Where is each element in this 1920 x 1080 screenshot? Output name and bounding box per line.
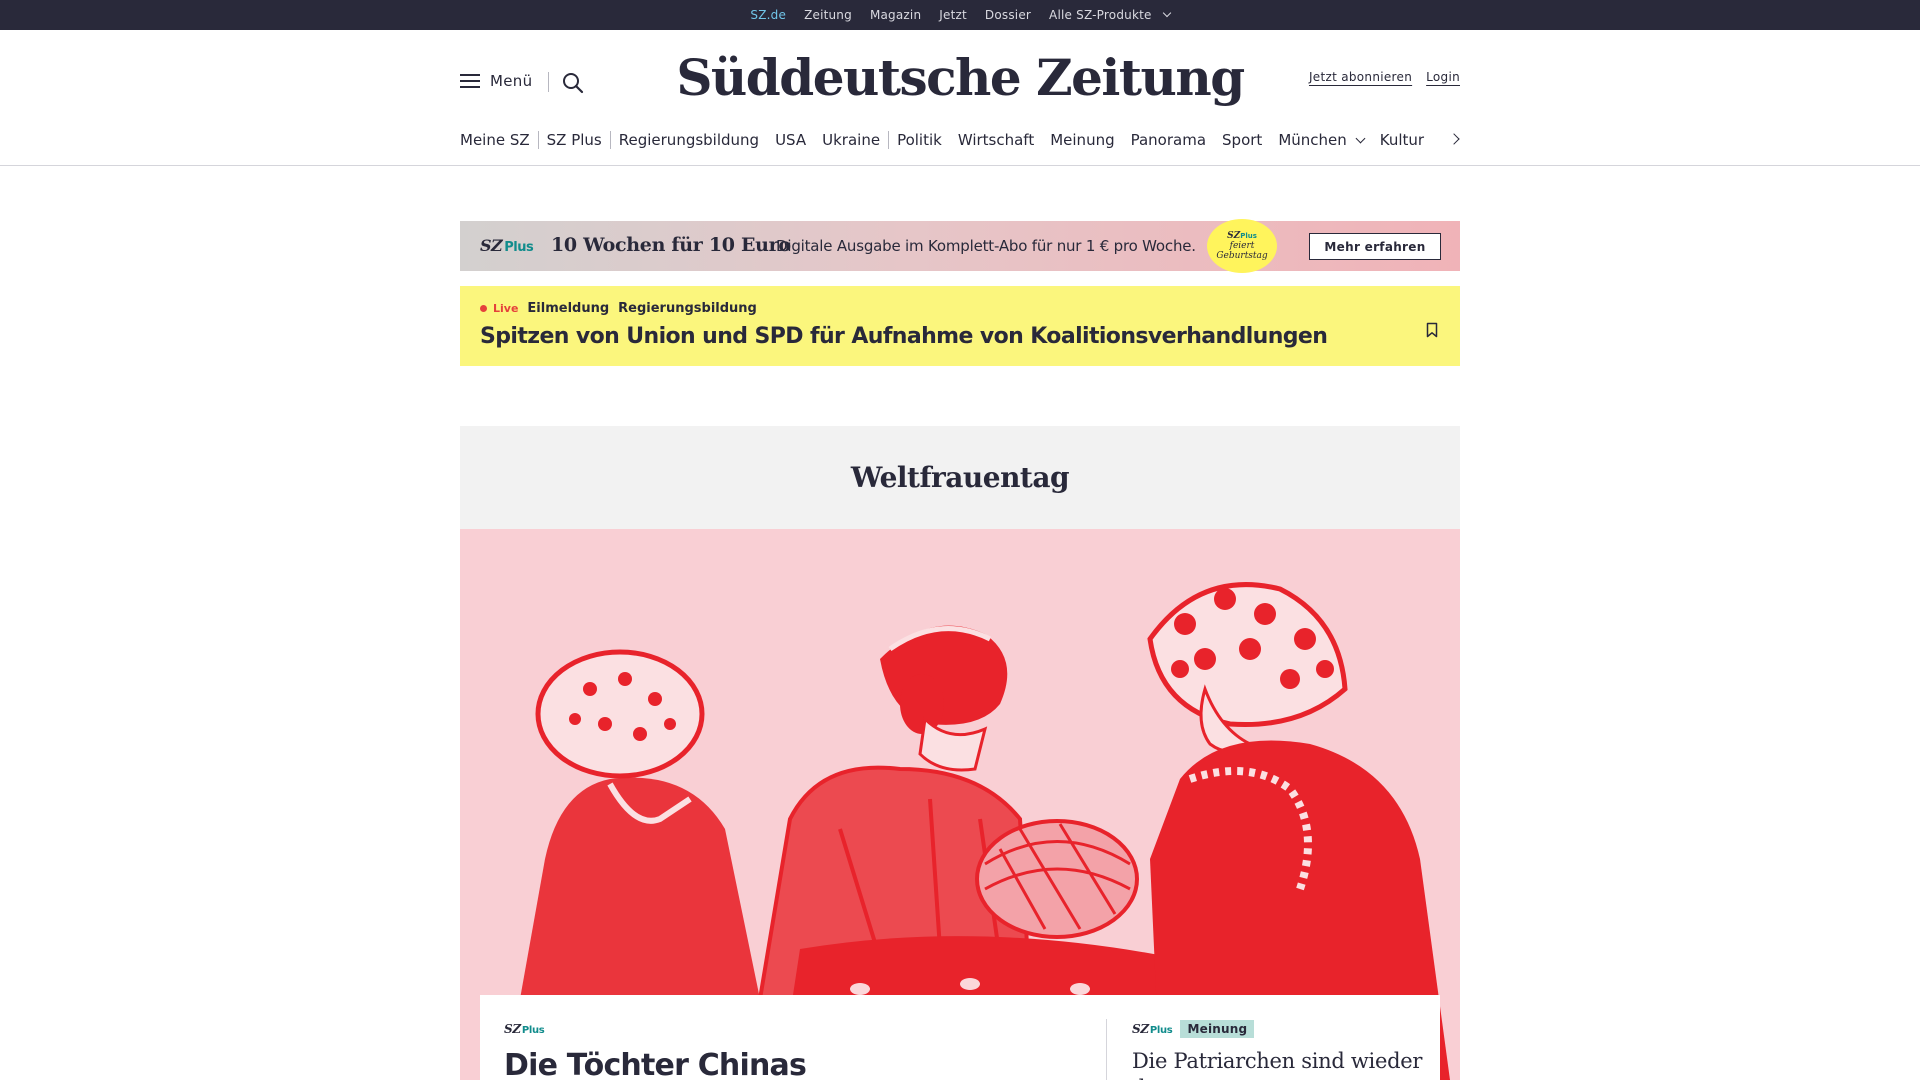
logo-sz: SZ [1132, 1022, 1149, 1036]
birthday-badge: SZPlus feiert Geburtstag [1207, 219, 1277, 273]
breaking-meta: Live Eilmeldung Regierungsbildung [480, 301, 757, 316]
header-actions: Jetzt abonnieren Login [1309, 70, 1460, 84]
breaking-type: Eilmeldung [527, 301, 610, 316]
search-icon[interactable] [562, 72, 584, 94]
sz-plus-logo: SZPlus [504, 1022, 1064, 1036]
ressort-panorama[interactable]: Panorama [1123, 131, 1214, 149]
bookmark-icon[interactable] [1426, 322, 1438, 338]
ressort-label: SZ Plus [546, 131, 602, 149]
badge-logo-sz: SZ [1227, 231, 1241, 241]
logo-plus: Plus [1149, 1025, 1173, 1036]
subscribe-link[interactable]: Jetzt abonnieren [1309, 70, 1412, 84]
product-link-zeitung[interactable]: Zeitung [804, 0, 852, 30]
top-utility-bar: SZ.de Zeitung Magazin Jetzt Dossier Alle… [0, 0, 1920, 30]
hamburger-icon [460, 73, 480, 89]
logo-plus: Plus [504, 240, 534, 255]
menu-label: Menü [490, 72, 533, 90]
ressort-usa[interactable]: USA [767, 131, 814, 149]
header-divider [548, 72, 549, 92]
chevron-down-icon [1355, 133, 1366, 143]
main-teaser[interactable]: SZPlus Die Töchter Chinas [504, 1022, 1064, 1080]
site-logo[interactable]: Süddeutsche Zeitung [676, 42, 1245, 112]
logo-sz: SZ [504, 1022, 521, 1036]
ressort-regierungsbildung[interactable]: Regierungsbildung [609, 131, 767, 149]
ressort-sport[interactable]: Sport [1214, 131, 1270, 149]
ressort-label: Sport [1222, 131, 1263, 149]
product-link-jetzt[interactable]: Jetzt [939, 0, 967, 30]
breaking-news-teaser[interactable]: Live Eilmeldung Regierungsbildung Spitze… [460, 286, 1460, 366]
side-teaser-title[interactable]: Die Patriarchen sind wieder d [1132, 1048, 1432, 1080]
side-teaser[interactable]: SZPlus Meinung Die Patriarchen sind wied… [1132, 1020, 1432, 1080]
ressort-label: Panorama [1130, 131, 1207, 149]
all-products-label: Alle SZ-Produkte [1049, 8, 1152, 22]
ressort-label: Ukraine [822, 131, 881, 149]
badge-logo: SZPlus [1227, 231, 1257, 241]
ressort-label: Kultur [1379, 131, 1425, 149]
chevron-down-icon [1162, 8, 1171, 18]
chevron-right-icon[interactable] [1450, 132, 1460, 146]
breaking-topic: Regierungsbildung [618, 301, 757, 316]
site-header: Menü Süddeutsche Zeitung Jetzt abonniere… [0, 30, 1920, 166]
product-nav: SZ.de Zeitung Magazin Jetzt Dossier Alle… [0, 0, 1920, 30]
live-label: Live [493, 302, 519, 315]
promo-banner[interactable]: SZ Plus 10 Wochen für 10 Euro Digitale Au… [460, 219, 1460, 273]
product-link-magazin[interactable]: Magazin [870, 0, 921, 30]
ressort-label: München [1278, 131, 1347, 149]
badge-logo-plus: Plus [1240, 232, 1257, 240]
ressort-label: Meine SZ [460, 131, 530, 149]
card-divider [1106, 1019, 1107, 1080]
breaking-headline[interactable]: Spitzen von Union und SPD für Aufnahme v… [480, 324, 1328, 349]
promo-headline: 10 Wochen für 10 Euro [551, 234, 791, 256]
login-link[interactable]: Login [1426, 70, 1460, 84]
logo-plus: Plus [521, 1025, 545, 1036]
badge-line-2: Geburtstag [1216, 251, 1268, 261]
logo-sz: SZ [480, 236, 503, 255]
side-teaser-meta: SZPlus Meinung [1132, 1020, 1432, 1038]
ressort-label: Wirtschaft [957, 131, 1035, 149]
ressort-label: Regierungsbildung [618, 131, 760, 149]
ressort-kultur[interactable]: Kultur [1372, 131, 1432, 149]
sz-plus-logo: SZPlus [480, 236, 534, 255]
ressort-label: Meinung [1050, 131, 1115, 149]
live-indicator: Live [480, 302, 518, 315]
ressort-label: USA [775, 131, 807, 149]
main-teaser-title[interactable]: Die Töchter Chinas [504, 1048, 1064, 1080]
topic-title[interactable]: Weltfrauentag [851, 461, 1070, 494]
sz-plus-logo: SZPlus [1132, 1022, 1173, 1036]
ressort-muenchen[interactable]: München [1270, 131, 1371, 149]
topic-header: Weltfrauentag [460, 426, 1460, 529]
badge-line-1: feiert [1229, 241, 1255, 251]
ressort-politik[interactable]: Politik [889, 131, 950, 149]
promo-text: Digitale Ausgabe im Komplett-Abo für nur… [776, 237, 1196, 255]
ressort-sz-plus[interactable]: SZ Plus [539, 131, 610, 149]
ressort-wirtschaft[interactable]: Wirtschaft [950, 131, 1042, 149]
ressort-ukraine[interactable]: Ukraine [814, 131, 890, 149]
more-info-button[interactable]: Mehr erfahren [1309, 233, 1441, 260]
product-link-dossier[interactable]: Dossier [985, 0, 1031, 30]
live-dot-icon [480, 305, 487, 312]
ressort-nav: Meine SZ SZ Plus Regierungsbildung USA U… [460, 128, 1460, 152]
all-products-dropdown[interactable]: Alle SZ-Produkte [1049, 0, 1171, 30]
teaser-cards: SZPlus Die Töchter Chinas SZPlus Meinung… [480, 995, 1440, 1080]
ressort-meine-sz[interactable]: Meine SZ [460, 131, 539, 149]
ressort-meinung[interactable]: Meinung [1042, 131, 1122, 149]
ressort-label: Politik [897, 131, 942, 149]
product-link-szde[interactable]: SZ.de [750, 0, 786, 30]
opinion-badge: Meinung [1180, 1020, 1255, 1038]
menu-button[interactable]: Menü [460, 72, 532, 90]
